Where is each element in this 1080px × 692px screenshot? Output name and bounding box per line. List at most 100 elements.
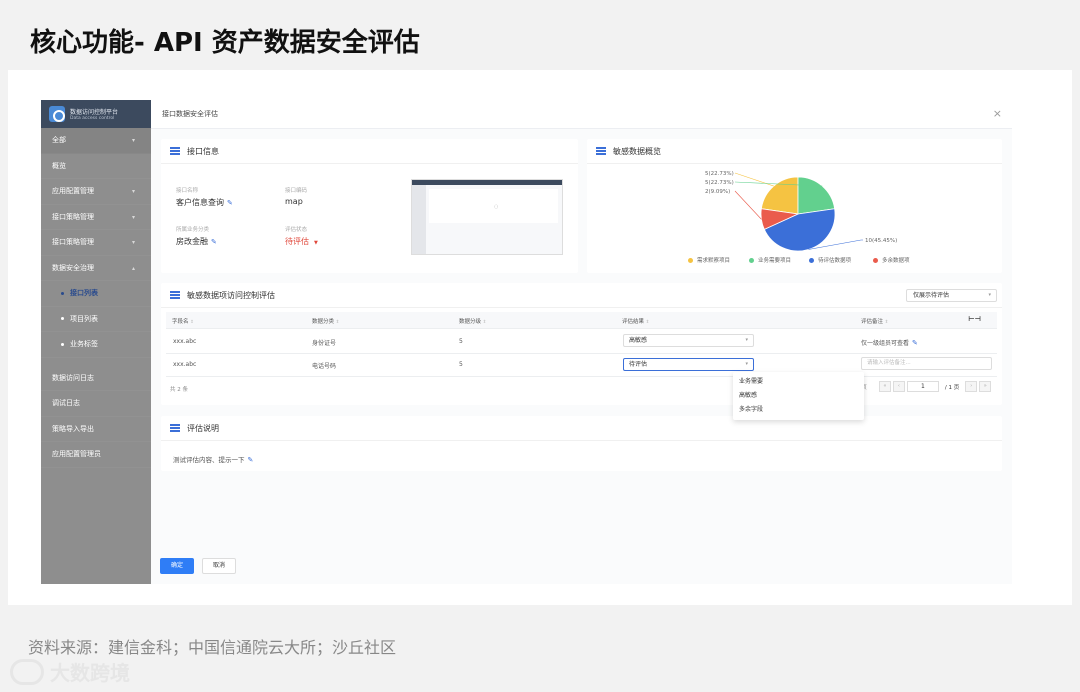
legend-item[interactable]: 待评估数据项	[809, 256, 851, 264]
dropdown-option[interactable]: 业务需要	[733, 375, 864, 389]
column-header-category[interactable]: 数据分类	[312, 317, 339, 325]
select-value: 待评估	[629, 361, 648, 368]
dropdown-option[interactable]: 高敏感	[733, 389, 864, 403]
value-text: 待评估	[285, 237, 309, 246]
watermark: 大数跨境	[10, 657, 130, 686]
next-page-icon[interactable]: ›	[965, 381, 978, 392]
field-label: 所属业务分类	[176, 227, 210, 233]
card-title: 敏感数据项访问控制评估	[187, 290, 275, 300]
edit-icon[interactable]: ✎	[248, 456, 254, 464]
legend-item[interactable]: 需求默察项目	[688, 256, 730, 264]
sidebar-item-api-list[interactable]: 接口列表	[41, 281, 151, 307]
bullet-icon	[61, 291, 64, 295]
chevron-down-icon: ▾	[131, 188, 135, 195]
watermark-text: 大数跨境	[50, 661, 130, 685]
watermark-logo-icon	[10, 658, 44, 685]
column-header-level[interactable]: 数据分级	[459, 317, 486, 325]
sidebar-item-api-policy-2[interactable]: 接口策略管理 ▾	[41, 230, 151, 256]
legend-label: 业务需要项目	[758, 258, 792, 264]
sensitive-overview-card: 敏感数据概览 5(22.73%) 5(22.73%) 10(45.45%) 2(9.0…	[587, 139, 1002, 273]
chevron-up-icon: ▴	[131, 264, 135, 272]
sidebar-item-label: 接口列表	[70, 289, 98, 298]
sidebar-item-biz-tags[interactable]: 业务标签	[41, 332, 151, 358]
caret-down-icon: ▼	[314, 240, 318, 246]
legend-item[interactable]: 业务需要项目	[749, 256, 791, 264]
table-header: 字段名 数据分类 数据分级 评估结果 评估备注 ⊢⊣	[166, 312, 997, 329]
sidebar-item-all[interactable]: 全部 ▾	[41, 128, 151, 154]
assessment-description-card: 评估说明 测试评估内容、提示一下 ✎	[161, 416, 1002, 471]
close-icon[interactable]: ×	[993, 107, 1002, 120]
first-page-icon[interactable]: «	[878, 381, 891, 392]
sidebar-item-label: 接口策略管理	[52, 238, 94, 247]
dialog-title: 接口数据安全评估	[151, 100, 1012, 129]
filter-select[interactable]: 仅展示待评估 ▾	[906, 289, 997, 302]
data-label: 10(45.45%)	[865, 238, 897, 244]
chevron-down-icon: ▾	[745, 361, 748, 367]
source-note: 资料来源：建信金科；中国信通院云大所；沙丘社区	[28, 638, 397, 657]
legend-label: 需求默察项目	[697, 258, 731, 264]
table-cell: xxx.abc	[173, 361, 197, 368]
card-title: 评估说明	[187, 423, 219, 433]
list-icon	[170, 147, 180, 155]
cancel-button[interactable]: 取消	[202, 558, 236, 574]
sidebar-brand[interactable]: 数据访问控制平台 Data access control	[41, 100, 151, 128]
result-select[interactable]: 高敏感 ▾	[623, 334, 754, 347]
leader-line	[734, 172, 774, 187]
prev-page-icon[interactable]: ‹	[892, 381, 905, 392]
sidebar-item-label: 全部	[52, 136, 66, 145]
legend-swatch	[809, 257, 814, 263]
biz-category-value: 房改金融 ✎	[176, 236, 217, 247]
sidebar: 数据访问控制平台 Data access control 全部 ▾ 概览 应用配置…	[41, 100, 151, 584]
interface-name-value: 客户信息查询 ✎	[176, 197, 233, 208]
edit-icon[interactable]: ✎	[912, 339, 918, 347]
edit-icon[interactable]: ✎	[211, 238, 217, 246]
sidebar-item-access-log[interactable]: 数据访问日志	[41, 366, 151, 391]
interface-code-value: map	[285, 197, 303, 206]
table-cell: 电话号码	[312, 363, 337, 370]
result-dropdown-menu: 业务需要 高敏感 多余字段	[733, 372, 864, 420]
legend-item[interactable]: 多余数据项	[873, 256, 910, 264]
sidebar-item-data-governance[interactable]: 数据安全治理 ▴	[41, 256, 151, 281]
sidebar-item-app-config[interactable]: 应用配置管理 ▾	[41, 179, 151, 205]
pie-slice[interactable]	[797, 176, 836, 215]
sidebar-item-label: 策略导入导出	[52, 424, 94, 433]
sidebar-item-overview[interactable]: 概览	[41, 154, 151, 179]
sensitive-items-card: 敏感数据项访问控制评估 仅展示待评估 ▾ 字段名 数据分类 数据分级 评估结果 评…	[161, 283, 1002, 405]
brand-sub: Data access control	[70, 116, 115, 121]
column-header-result[interactable]: 评估结果	[622, 317, 649, 325]
list-icon	[596, 147, 606, 155]
sidebar-item-label: 应用配置管理员	[52, 450, 101, 459]
chevron-down-icon: ▾	[988, 292, 991, 298]
slide-title: 核心功能- API 资产数据安全评估	[30, 28, 420, 58]
column-header-field[interactable]: 字段名	[172, 317, 194, 325]
result-select[interactable]: 待评估 ▾	[623, 358, 754, 371]
sidebar-item-api-policy[interactable]: 接口策略管理 ▾	[41, 205, 151, 230]
value-text: 房改金融	[176, 237, 208, 246]
page-input[interactable]: 1	[906, 381, 939, 392]
list-icon	[170, 424, 180, 432]
sidebar-item-debug-log[interactable]: 调试日志	[41, 391, 151, 417]
sidebar-item-label: 业务标签	[70, 340, 98, 349]
column-settings-icon[interactable]: ⊢⊣	[968, 315, 981, 323]
platform-logo-icon	[49, 106, 65, 122]
column-header-note[interactable]: 评估备注	[861, 317, 888, 325]
last-page-icon[interactable]: »	[979, 381, 992, 392]
sidebar-item-app-admin[interactable]: 应用配置管理员	[41, 442, 151, 468]
data-label: 2(9.09%)	[705, 189, 730, 195]
value-text: 测试评估内容、提示一下	[173, 456, 245, 464]
dropdown-option[interactable]: 多余字段	[733, 403, 864, 417]
confirm-button[interactable]: 确定	[160, 558, 194, 574]
filter-value: 仅展示待评估	[913, 292, 950, 299]
sidebar-item-label: 数据安全治理	[52, 263, 94, 272]
edit-icon[interactable]: ✎	[227, 199, 233, 207]
sensitive-data-pie-chart: 5(22.73%) 5(22.73%) 10(45.45%) 2(9.09%)	[705, 171, 897, 252]
note-input[interactable]: 请输入评估备注...	[861, 357, 992, 370]
status-value[interactable]: 待评估 ▼	[285, 236, 318, 247]
sidebar-item-project-list[interactable]: 项目列表	[41, 307, 151, 332]
bullet-icon	[61, 317, 64, 321]
sidebar-item-label: 项目列表	[70, 314, 98, 323]
sidebar-item-label: 应用配置管理	[52, 187, 94, 196]
sidebar-item-label: 接口策略管理	[52, 212, 94, 221]
pie-slice[interactable]	[760, 176, 799, 215]
sidebar-item-policy-import[interactable]: 策略导入导出	[41, 417, 151, 442]
